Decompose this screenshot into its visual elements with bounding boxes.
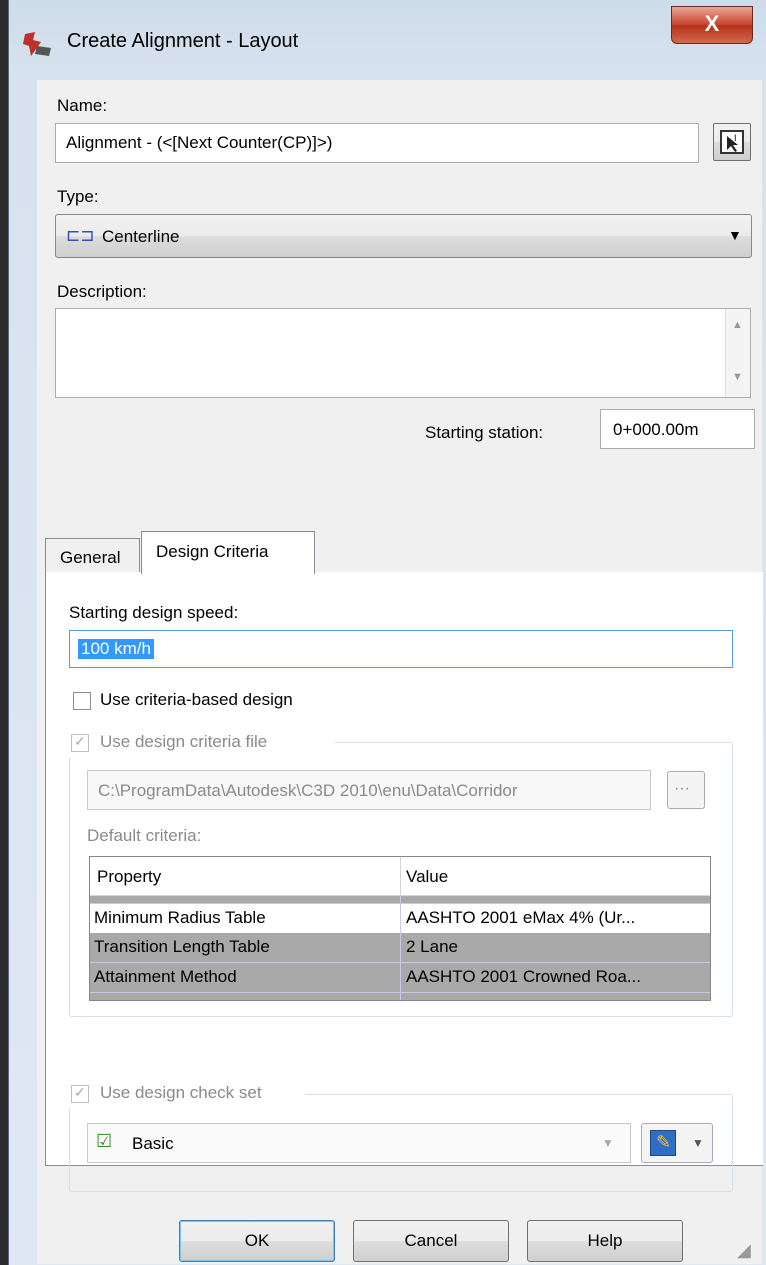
- ok-button-label: OK: [244, 1231, 270, 1250]
- criteria-grid-header: Property Value: [90, 857, 710, 896]
- type-label: Type:: [57, 187, 99, 206]
- close-button[interactable]: X: [671, 6, 753, 44]
- default-criteria-label: Default criteria:: [87, 826, 202, 845]
- design-speed-input[interactable]: 100 km/h: [69, 630, 733, 668]
- criteria-grid: Property Value Minimum Radius Table AASH…: [89, 856, 711, 1001]
- tab-design-criteria[interactable]: Design Criteria: [141, 531, 315, 574]
- row-property: Minimum Radius Table: [94, 908, 266, 927]
- ok-button[interactable]: OK: [179, 1220, 335, 1262]
- ellipsis-icon: ···: [674, 780, 690, 797]
- centerline-icon: ⊏⊐: [66, 226, 95, 245]
- name-template-icon: I: [720, 130, 744, 154]
- starting-station-value: 0+000.00m: [613, 420, 699, 439]
- use-check-set-checkbox[interactable]: ✓: [71, 1084, 89, 1103]
- column-value[interactable]: Value: [406, 867, 448, 887]
- row-value: 2 Lane: [406, 937, 458, 956]
- checkmark-icon: ✓: [74, 1084, 86, 1100]
- name-template-button[interactable]: I: [713, 123, 751, 161]
- design-speed-value: 100 km/h: [78, 639, 154, 659]
- row-value: AASHTO 2001 Crowned Roa...: [406, 967, 641, 986]
- use-criteria-label: Use criteria-based design: [100, 690, 293, 709]
- column-property[interactable]: Property: [97, 867, 161, 887]
- starting-station-label: Starting station:: [425, 423, 544, 442]
- name-input[interactable]: Alignment - (<[Next Counter(CP)]>): [55, 123, 699, 163]
- scroll-up-icon[interactable]: ▲: [732, 319, 743, 331]
- use-criteria-file-header: ✓ Use design criteria file: [67, 732, 335, 758]
- type-selected-value: Centerline: [102, 227, 180, 246]
- title-bar[interactable]: Create Alignment - Layout X: [9, 0, 766, 80]
- name-input-value: Alignment - (<[Next Counter(CP)]>): [66, 133, 333, 152]
- row-property: Transition Length Table: [94, 937, 270, 956]
- name-label: Name:: [57, 96, 108, 115]
- use-criteria-file-checkbox[interactable]: ✓: [71, 733, 89, 752]
- use-check-set-header: ✓ Use design check set: [67, 1083, 305, 1109]
- check-set-value: Basic: [132, 1134, 174, 1153]
- edit-check-set-button[interactable]: ✎ ▼: [641, 1123, 713, 1163]
- row-property: Attainment Method: [94, 967, 237, 986]
- chevron-down-icon: ▼: [602, 1136, 614, 1150]
- help-button-label: Help: [587, 1231, 623, 1250]
- design-speed-label: Starting design speed:: [69, 603, 239, 622]
- check-set-icon: ☑: [96, 1131, 113, 1151]
- use-criteria-checkbox[interactable]: [73, 692, 91, 710]
- chevron-down-icon: ▼: [728, 227, 742, 243]
- row-value: AASHTO 2001 eMax 4% (Ur...: [406, 908, 636, 927]
- description-scrollbar[interactable]: ▲ ▼: [725, 309, 750, 397]
- browse-criteria-button[interactable]: ···: [667, 771, 705, 809]
- description-label: Description:: [57, 282, 147, 301]
- check-set-dropdown[interactable]: ☑ Basic ▼: [87, 1123, 631, 1163]
- tab-general-label: General: [60, 548, 121, 567]
- checkmark-icon: ✓: [74, 733, 86, 749]
- resize-grip-icon[interactable]: ◢: [737, 1240, 751, 1261]
- chevron-down-icon[interactable]: ▼: [692, 1136, 704, 1150]
- window-title: Create Alignment - Layout: [67, 30, 299, 52]
- criteria-file-path-value: C:\ProgramData\Autodesk\C3D 2010\enu\Dat…: [98, 781, 518, 800]
- criteria-file-path: C:\ProgramData\Autodesk\C3D 2010\enu\Dat…: [87, 770, 651, 810]
- type-dropdown[interactable]: ⊏⊐ Centerline ▼: [55, 214, 752, 258]
- cancel-button-label: Cancel: [404, 1231, 458, 1250]
- tab-general[interactable]: General: [45, 538, 140, 572]
- help-button[interactable]: Help: [527, 1220, 683, 1262]
- scroll-down-icon[interactable]: ▼: [732, 371, 743, 383]
- pencil-icon: ✎: [656, 1132, 672, 1152]
- dialog-window: Create Alignment - Layout X Name: Alignm…: [8, 0, 766, 1265]
- description-input[interactable]: ▲ ▼: [55, 308, 751, 398]
- dialog-body: Name: Alignment - (<[Next Counter(CP)]>)…: [37, 80, 763, 1264]
- app-icon: [23, 32, 51, 56]
- tab-design-criteria-label: Design Criteria: [156, 542, 269, 561]
- starting-station-input[interactable]: 0+000.00m: [600, 409, 755, 449]
- use-criteria-file-label: Use design criteria file: [100, 732, 268, 751]
- use-check-set-label: Use design check set: [100, 1083, 262, 1102]
- cancel-button[interactable]: Cancel: [353, 1220, 509, 1262]
- svg-text:I: I: [734, 133, 737, 143]
